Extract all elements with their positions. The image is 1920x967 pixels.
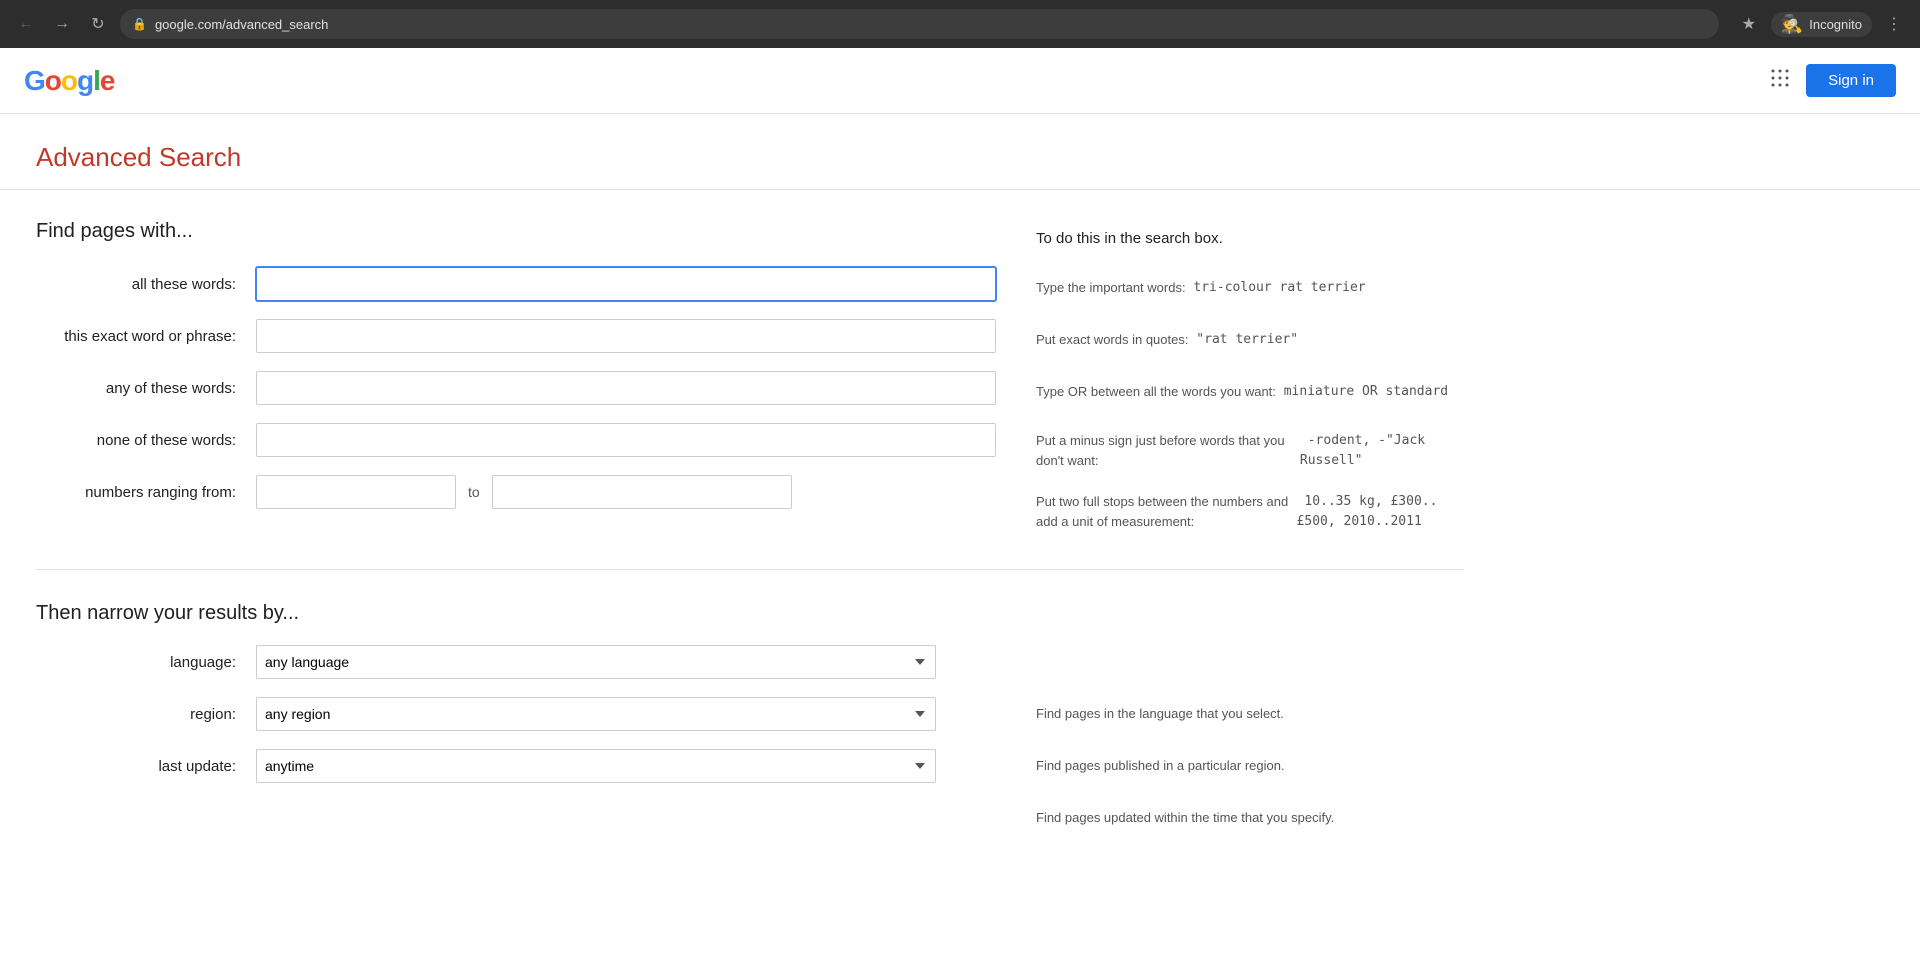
any-words-label: any of these words: — [36, 380, 256, 397]
narrow-section-label: Then narrow your results by... — [36, 602, 1464, 625]
hint-all-words-mono: tri-colour rat terrier — [1186, 278, 1366, 298]
google-logo: Google — [24, 65, 114, 97]
incognito-icon: 🕵 — [1781, 14, 1803, 35]
hint-any-words-mono: miniature OR standard — [1276, 382, 1448, 402]
hint-last-update: Find pages updated within the time that … — [1036, 801, 1464, 835]
last-update-select-wrapper: anytime past 24 hours past week past mon… — [256, 749, 936, 783]
range-inputs: to — [256, 475, 792, 509]
hint-header: To do this in the search box. — [1036, 230, 1464, 247]
apps-grid-icon[interactable] — [1770, 68, 1790, 94]
more-button[interactable]: ⋮ — [1880, 10, 1908, 38]
range-separator: to — [456, 484, 492, 500]
page-title-section: Advanced Search — [0, 114, 1920, 190]
hint-region: Find pages published in a particular reg… — [1036, 749, 1464, 783]
find-pages-section: Find pages with... all these words: this… — [36, 220, 1464, 549]
none-words-label: none of these words: — [36, 432, 256, 449]
find-section-label: Find pages with... — [36, 220, 996, 243]
all-words-label: all these words: — [36, 276, 256, 293]
back-button[interactable]: ← — [12, 10, 40, 38]
region-row: region: any region United Kingdom United… — [36, 697, 996, 731]
narrow-hints: Find pages in the language that you sele… — [996, 645, 1464, 853]
range-from-input[interactable] — [256, 475, 456, 509]
incognito-label: Incognito — [1809, 17, 1862, 32]
forward-button[interactable]: → — [48, 10, 76, 38]
exact-phrase-row: this exact word or phrase: — [36, 319, 996, 353]
page-header: Google Sign in — [0, 48, 1920, 114]
language-label: language: — [36, 654, 256, 671]
last-update-select[interactable]: anytime past 24 hours past week past mon… — [256, 749, 936, 783]
narrow-section: Then narrow your results by... language:… — [36, 602, 1464, 853]
all-words-input-wrapper — [256, 267, 996, 301]
range-row: numbers ranging from: to — [36, 475, 996, 509]
hint-language: Find pages in the language that you sele… — [1036, 697, 1464, 731]
section-divider — [36, 569, 1464, 570]
browser-chrome: ← → ↻ 🔒 google.com/advanced_search ★ 🕵 I… — [0, 0, 1920, 48]
exact-phrase-input[interactable] — [256, 319, 996, 353]
form-fields: Find pages with... all these words: this… — [36, 220, 996, 549]
region-select[interactable]: any region United Kingdom United States — [256, 697, 936, 731]
bookmark-button[interactable]: ★ — [1735, 10, 1763, 38]
hint-any-words: Type OR between all the words you want: … — [1036, 375, 1464, 409]
hint-none-words: Put a minus sign just before words that … — [1036, 427, 1464, 470]
none-words-input-wrapper — [256, 423, 996, 457]
hint-exact-phrase: Put exact words in quotes: "rat terrier" — [1036, 323, 1464, 357]
none-words-input[interactable] — [256, 423, 996, 457]
last-update-row: last update: anytime past 24 hours past … — [36, 749, 996, 783]
narrow-language-fields: language: any language English French Ge… — [36, 645, 996, 853]
header-right: Sign in — [1770, 64, 1896, 97]
hint-exact-phrase-mono: "rat terrier" — [1188, 330, 1298, 350]
exact-phrase-label: this exact word or phrase: — [36, 328, 256, 345]
page-wrapper: Google Sign in Advanced Search — [0, 48, 1920, 967]
hint-all-words: Type the important words: tri-colour rat… — [1036, 271, 1464, 305]
last-update-label: last update: — [36, 758, 256, 775]
none-words-row: none of these words: — [36, 423, 996, 457]
region-label: region: — [36, 706, 256, 723]
main-content: Find pages with... all these words: this… — [0, 190, 1500, 883]
hint-none-words-mono: -rodent, -"Jack Russell" — [1300, 431, 1464, 470]
sign-in-button[interactable]: Sign in — [1806, 64, 1896, 97]
any-words-row: any of these words: — [36, 371, 996, 405]
browser-actions: ★ 🕵 Incognito ⋮ — [1735, 10, 1908, 38]
reload-button[interactable]: ↻ — [84, 10, 112, 38]
any-words-input[interactable] — [256, 371, 996, 405]
narrow-language-row: language: any language English French Ge… — [36, 645, 1464, 853]
lock-icon: 🔒 — [132, 17, 147, 31]
range-to-input[interactable] — [492, 475, 792, 509]
language-row: language: any language English French Ge… — [36, 645, 996, 679]
language-select-wrapper: any language English French German Spani… — [256, 645, 936, 679]
form-hints: To do this in the search box. Type the i… — [996, 220, 1464, 549]
language-select[interactable]: any language English French German Spani… — [256, 645, 936, 679]
all-words-input[interactable] — [256, 267, 996, 301]
incognito-badge: 🕵 Incognito — [1771, 12, 1872, 37]
region-select-wrapper: any region United Kingdom United States — [256, 697, 936, 731]
page-title: Advanced Search — [36, 142, 1896, 173]
address-bar[interactable]: 🔒 google.com/advanced_search — [120, 9, 1719, 39]
hint-range-mono: 10..35 kg, £300..£500, 2010..2011 — [1297, 492, 1464, 531]
any-words-input-wrapper — [256, 371, 996, 405]
all-words-row: all these words: — [36, 267, 996, 301]
hint-range: Put two full stops between the numbers a… — [1036, 488, 1464, 531]
range-label: numbers ranging from: — [36, 484, 256, 501]
exact-phrase-input-wrapper — [256, 319, 996, 353]
address-text: google.com/advanced_search — [155, 17, 328, 32]
